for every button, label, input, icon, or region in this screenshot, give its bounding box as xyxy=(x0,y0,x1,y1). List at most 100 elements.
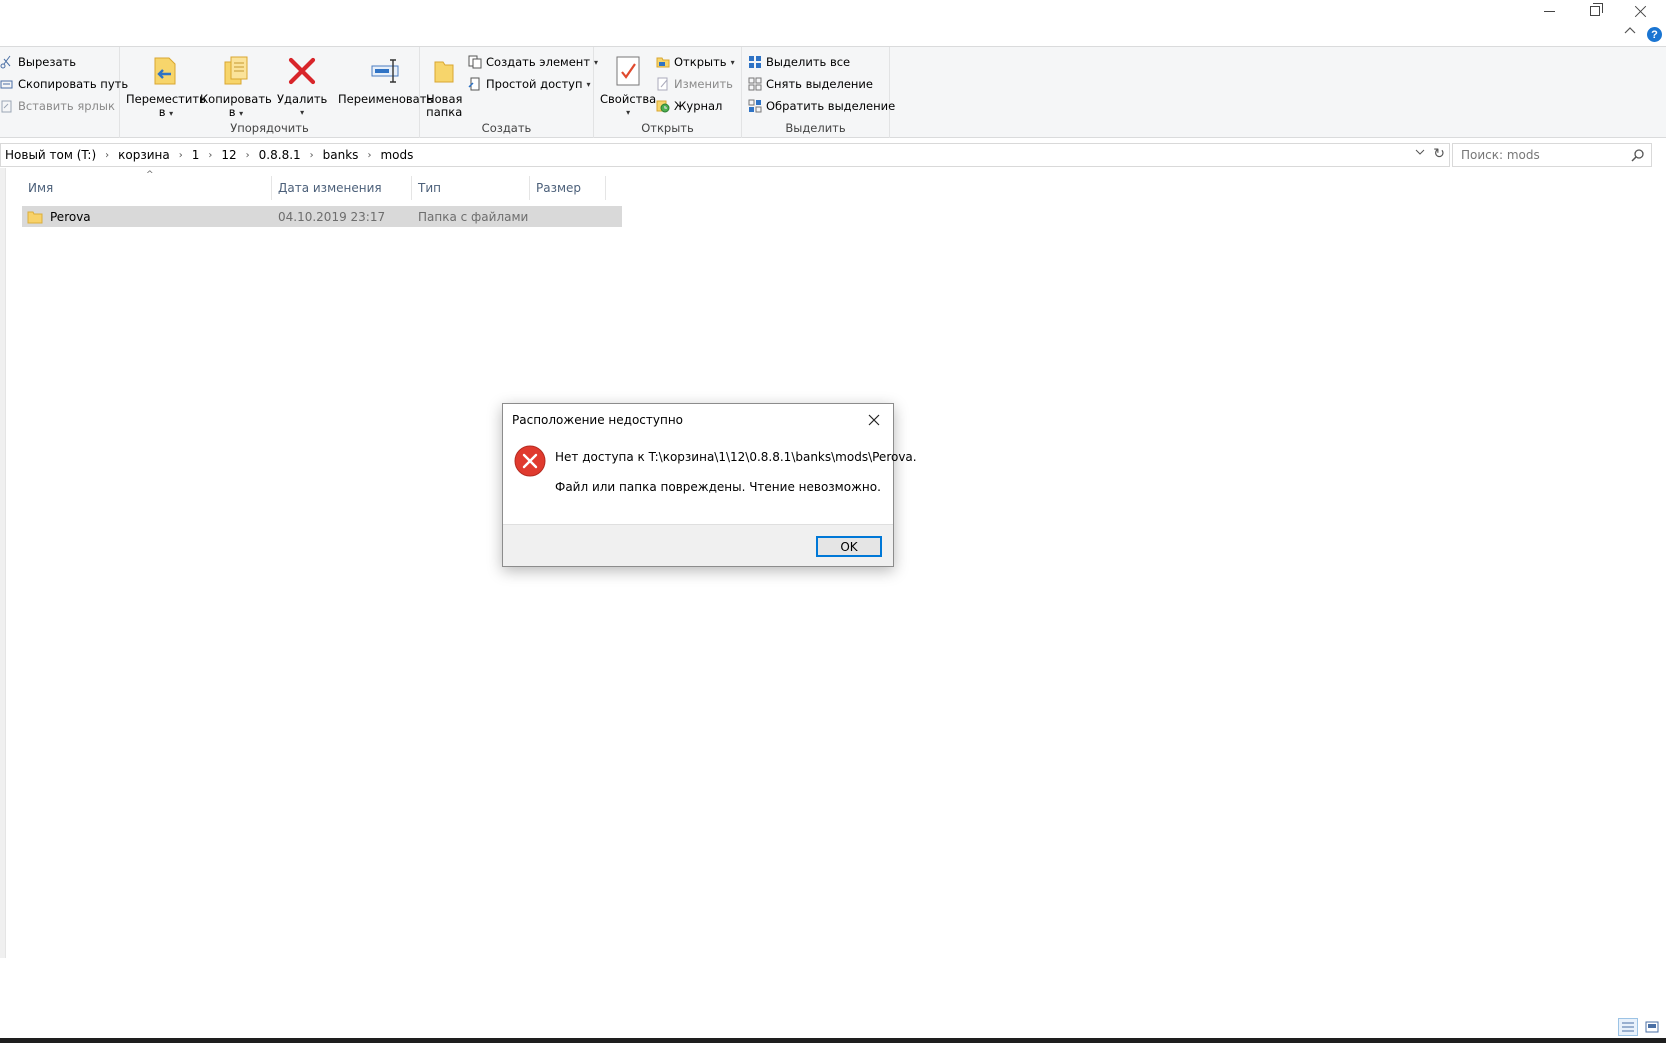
history-label: Журнал xyxy=(674,99,723,113)
chevron-right-icon[interactable]: › xyxy=(310,150,314,161)
breadcrumb-item-drive[interactable]: Новый том (T:) xyxy=(5,148,96,162)
ribbon-collapse-chevron-icon[interactable] xyxy=(1624,26,1638,38)
select-all-icon xyxy=(748,55,762,69)
rename-button[interactable]: Переименовать xyxy=(338,53,433,106)
properties-button[interactable]: Свойства ▾ xyxy=(600,53,656,119)
title-bar: ? xyxy=(0,0,1666,46)
move-to-button[interactable]: Переместить в ▾ xyxy=(126,53,206,120)
navigation-pane-edge[interactable] xyxy=(0,168,6,958)
column-header-name[interactable]: Имя xyxy=(22,176,272,200)
new-item-button[interactable]: Создать элемент ▾ xyxy=(468,52,598,72)
select-group-label: Выделить xyxy=(785,121,846,135)
window-close-button[interactable] xyxy=(1618,0,1664,22)
breadcrumb-item-korzina[interactable]: корзина xyxy=(118,148,170,162)
open-button[interactable]: Открыть ▾ xyxy=(656,52,735,72)
dialog-close-button[interactable] xyxy=(861,409,887,431)
history-clock-icon xyxy=(656,99,670,113)
search-icon[interactable] xyxy=(1631,148,1645,162)
chevron-down-icon: ▾ xyxy=(730,57,735,67)
dialog-footer: OK xyxy=(503,524,893,566)
large-icons-view-icon xyxy=(1645,1021,1659,1033)
delete-x-icon xyxy=(285,53,319,89)
easy-access-label: Простой доступ xyxy=(486,77,583,91)
rename-icon xyxy=(369,53,403,89)
folder-icon xyxy=(27,210,43,224)
address-history-chevron-icon[interactable] xyxy=(1415,148,1425,159)
dialog-title: Расположение недоступно xyxy=(512,413,684,427)
column-header-size[interactable]: Размер xyxy=(530,176,606,200)
new-folder-button[interactable]: Новая папка xyxy=(426,53,462,119)
ok-button[interactable]: OK xyxy=(816,536,882,557)
address-bar[interactable]: Новый том (T:) › корзина › 1 › 12 › 0.8.… xyxy=(0,143,1450,167)
chevron-right-icon[interactable]: › xyxy=(246,150,250,161)
easy-access-button[interactable]: Простой доступ ▾ xyxy=(468,74,591,94)
delete-label: Удалить xyxy=(277,92,328,106)
restore-button[interactable] xyxy=(1572,0,1618,22)
create-group-label: Создать xyxy=(481,121,532,135)
select-none-icon xyxy=(748,77,762,91)
large-icons-view-button[interactable] xyxy=(1642,1018,1662,1036)
details-view-button[interactable] xyxy=(1618,1018,1638,1036)
history-button[interactable]: Журнал xyxy=(656,96,722,116)
close-icon xyxy=(1635,5,1647,17)
new-item-icon xyxy=(468,55,482,69)
select-all-button[interactable]: Выделить все xyxy=(748,52,850,72)
column-type-label: Тип xyxy=(418,181,441,195)
breadcrumb-item-mods[interactable]: mods xyxy=(380,148,413,162)
open-folder-icon xyxy=(656,55,670,69)
open-group-label: Открыть xyxy=(641,121,694,135)
help-icon[interactable]: ? xyxy=(1647,27,1662,42)
breadcrumb-item-version[interactable]: 0.8.8.1 xyxy=(259,148,301,162)
chevron-right-icon[interactable]: › xyxy=(179,150,183,161)
ribbon-group-create: Новая папка Создать элемент ▾ Простой до… xyxy=(420,47,598,138)
column-modified-label: Дата изменения xyxy=(278,181,382,195)
edit-label: Изменить xyxy=(674,77,733,91)
dialog-message-path: Нет доступа к T:\корзина\1\12\0.8.8.1\ba… xyxy=(555,450,917,464)
file-type: Папка с файлами xyxy=(418,209,529,224)
chevron-right-icon[interactable]: › xyxy=(208,150,212,161)
breadcrumb-item-1[interactable]: 1 xyxy=(192,148,200,162)
breadcrumb-item-12[interactable]: 12 xyxy=(221,148,236,162)
details-view-icon xyxy=(1622,1022,1634,1032)
copy-to-button[interactable]: Копировать в ▾ xyxy=(200,53,272,120)
file-name: Perova xyxy=(50,209,91,224)
restore-icon xyxy=(1590,3,1603,16)
new-folder-icon xyxy=(427,53,461,89)
minimize-button[interactable] xyxy=(1526,0,1572,22)
view-switcher xyxy=(1618,1018,1662,1036)
copy-path-label: Скопировать путь xyxy=(18,77,129,91)
properties-label: Свойства xyxy=(600,92,657,106)
organize-group-label: Упорядочить xyxy=(230,121,309,135)
chevron-right-icon[interactable]: › xyxy=(367,150,371,161)
delete-button[interactable]: Удалить ▾ xyxy=(277,53,327,119)
copy-path-icon xyxy=(0,77,14,91)
column-name-label: Имя xyxy=(28,181,54,195)
refresh-icon[interactable]: ↻ xyxy=(1433,146,1445,162)
paste-shortcut-button[interactable]: Вставить ярлык xyxy=(0,96,115,116)
paste-shortcut-label: Вставить ярлык xyxy=(18,99,115,113)
copy-path-button[interactable]: Скопировать путь xyxy=(0,74,128,94)
select-all-label: Выделить все xyxy=(766,55,851,69)
chevron-right-icon[interactable]: › xyxy=(105,150,109,161)
copy-to-icon xyxy=(219,53,253,89)
column-header-type[interactable]: Тип xyxy=(412,176,530,200)
table-row[interactable]: Perova 04.10.2019 23:17 Папка с файлами xyxy=(22,206,622,227)
breadcrumb: Новый том (T:) › корзина › 1 › 12 › 0.8.… xyxy=(5,148,413,162)
search-input[interactable]: Поиск: mods xyxy=(1452,143,1652,167)
move-to-icon xyxy=(149,53,183,89)
paste-shortcut-icon xyxy=(0,99,14,113)
new-item-label: Создать элемент xyxy=(486,55,591,69)
error-icon xyxy=(514,445,546,477)
file-modified: 04.10.2019 23:17 xyxy=(278,209,386,224)
cut-button[interactable]: Вырезать xyxy=(0,52,76,72)
breadcrumb-item-banks[interactable]: banks xyxy=(323,148,359,162)
error-dialog: Расположение недоступно Нет доступа к T:… xyxy=(502,403,917,567)
cut-label: Вырезать xyxy=(18,55,76,69)
select-none-button[interactable]: Снять выделение xyxy=(748,74,873,94)
edit-button[interactable]: Изменить xyxy=(656,74,733,94)
ribbon-group-open: Свойства ▾ Открыть ▾ Изменить Журнал Отк… xyxy=(594,47,742,138)
invert-selection-label: Обратить выделение xyxy=(766,99,896,113)
invert-selection-button[interactable]: Обратить выделение xyxy=(748,96,895,116)
invert-selection-icon xyxy=(748,99,762,113)
column-header-modified[interactable]: Дата изменения xyxy=(272,176,412,200)
